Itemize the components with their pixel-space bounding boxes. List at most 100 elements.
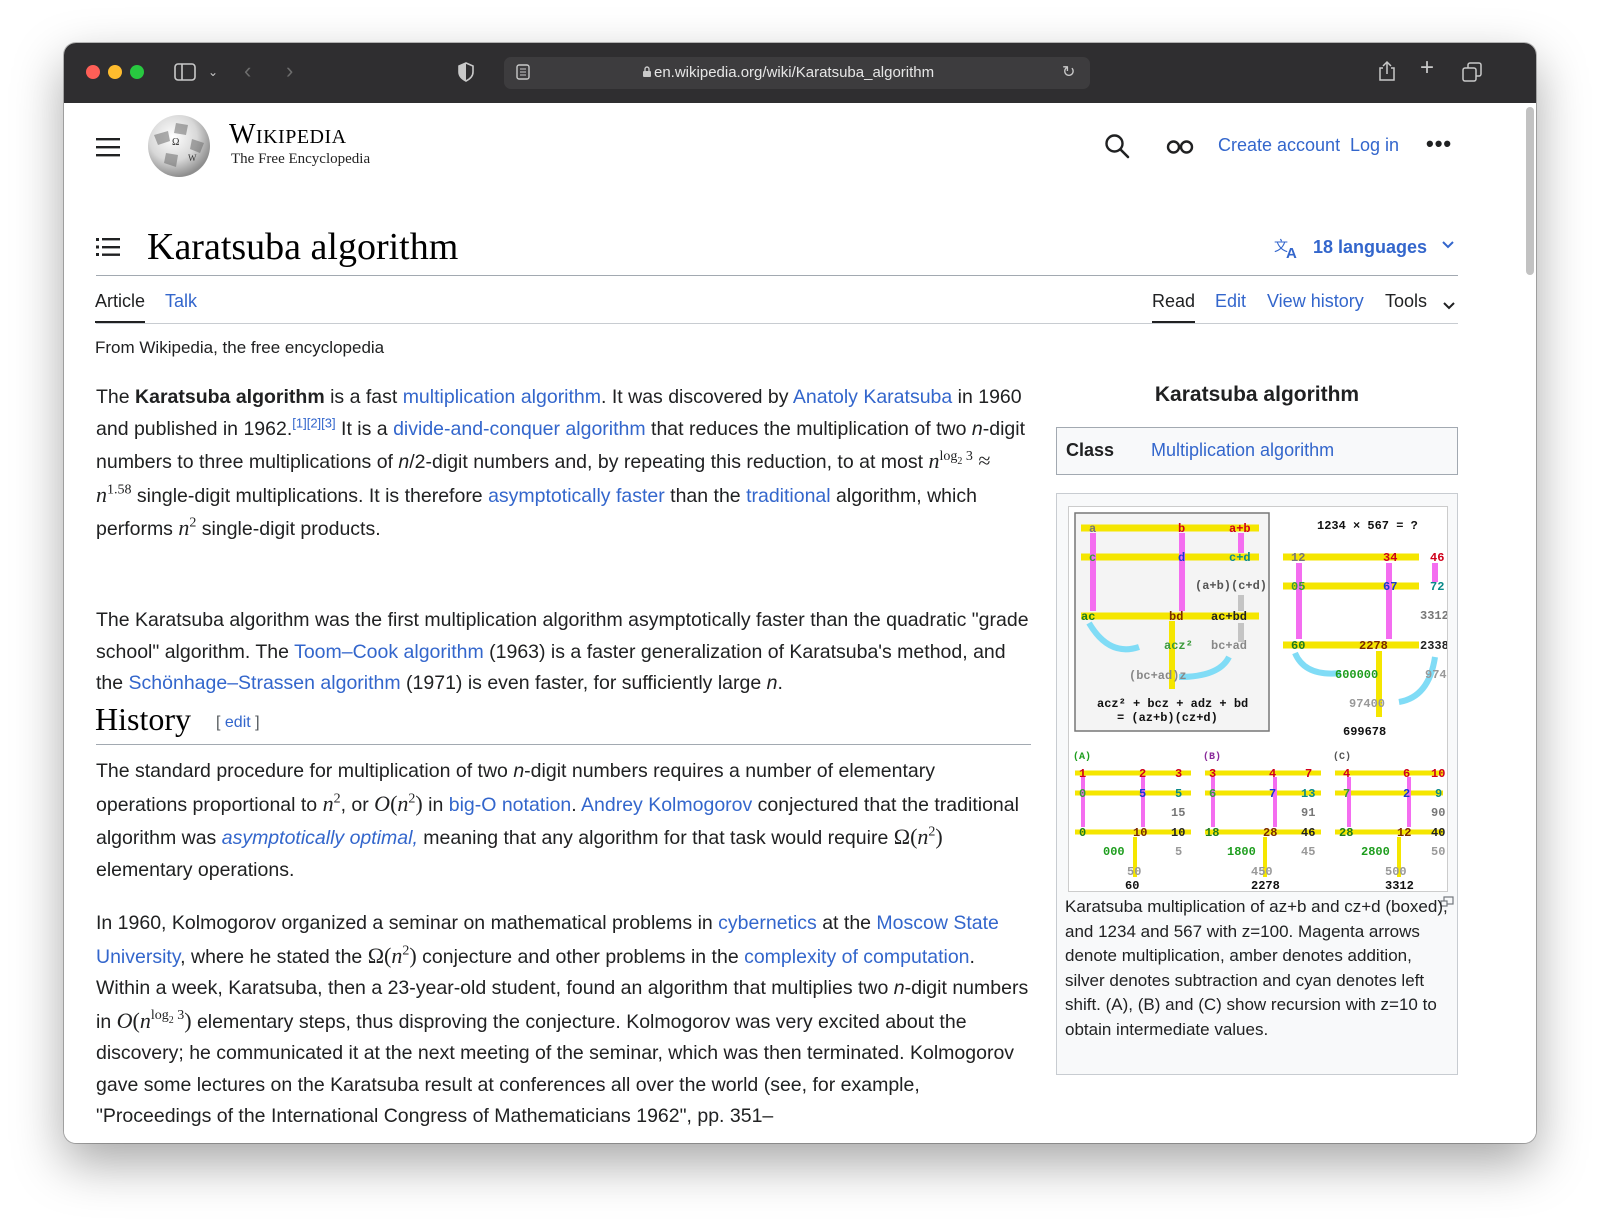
math-var: n bbox=[513, 760, 525, 782]
svg-text:28: 28 bbox=[1339, 826, 1353, 840]
languages-button[interactable]: 18 languages bbox=[1313, 237, 1427, 258]
svg-text:72: 72 bbox=[1430, 580, 1444, 594]
link-andrey-kolmogorov[interactable]: Andrey Kolmogorov bbox=[581, 794, 752, 816]
page-title: Karatsuba algorithm bbox=[147, 226, 459, 268]
more-options-icon[interactable]: ••• bbox=[1426, 131, 1452, 157]
svg-text:45: 45 bbox=[1301, 845, 1315, 859]
minimize-window-button[interactable] bbox=[108, 65, 122, 79]
text: than the bbox=[664, 484, 747, 507]
text: single-digit multiplications. It is ther… bbox=[131, 484, 489, 507]
svg-text:A: A bbox=[1286, 245, 1297, 259]
svg-text:50: 50 bbox=[1431, 845, 1445, 859]
link-complexity-of-computation[interactable]: complexity of computation bbox=[744, 946, 969, 968]
svg-text:2: 2 bbox=[1403, 787, 1410, 801]
svg-text:1: 1 bbox=[1079, 767, 1086, 781]
tab-article[interactable]: Article bbox=[95, 291, 145, 312]
intro-paragraph-1: The Karatsuba algorithm is a fast multip… bbox=[96, 382, 1031, 546]
svg-text:97400: 97400 bbox=[1349, 697, 1385, 711]
svg-text:500: 500 bbox=[1385, 865, 1407, 879]
svg-text:90: 90 bbox=[1431, 806, 1445, 820]
svg-text:46: 46 bbox=[1430, 551, 1444, 565]
new-tab-icon[interactable]: + bbox=[1420, 56, 1434, 80]
svg-text:(A): (A) bbox=[1073, 751, 1091, 763]
back-icon[interactable]: ‹ bbox=[244, 60, 251, 82]
history-paragraph-1: The standard procedure for multiplicatio… bbox=[96, 756, 1031, 886]
create-account-link[interactable]: Create account bbox=[1218, 135, 1340, 156]
link-traditional[interactable]: traditional bbox=[746, 485, 831, 507]
link-asymptotically-faster[interactable]: asymptotically faster bbox=[488, 485, 665, 507]
reference-links[interactable]: [1][2][3] bbox=[292, 415, 335, 430]
svg-text:91: 91 bbox=[1301, 806, 1315, 820]
svg-text:34: 34 bbox=[1383, 551, 1397, 565]
svg-text:bd: bd bbox=[1169, 610, 1183, 624]
privacy-shield-icon[interactable] bbox=[457, 62, 475, 86]
section-heading-history: History bbox=[95, 701, 191, 737]
chevron-down-icon[interactable] bbox=[1441, 237, 1455, 253]
link-divide-and-conquer[interactable]: divide-and-conquer algorithm bbox=[393, 418, 646, 440]
tab-talk[interactable]: Talk bbox=[165, 291, 197, 312]
tab-edit[interactable]: Edit bbox=[1215, 291, 1246, 312]
browser-toolbar: ⌄ ‹ › en.wikipedia.org/wiki/Karatsuba_al… bbox=[64, 43, 1536, 103]
svg-text:= (az+b)(cz+d): = (az+b)(cz+d) bbox=[1117, 711, 1218, 725]
svg-text:4: 4 bbox=[1343, 767, 1350, 781]
karatsuba-diagram[interactable]: a b a+b c d c+d (a+b)(c+d) ac bd ac+bd a… bbox=[1068, 506, 1449, 893]
text: is a fast bbox=[324, 386, 403, 408]
svg-text:0: 0 bbox=[1079, 787, 1086, 801]
address-bar[interactable]: en.wikipedia.org/wiki/Karatsuba_algorith… bbox=[504, 57, 1090, 89]
appearance-icon[interactable] bbox=[1166, 139, 1194, 160]
url-text[interactable]: en.wikipedia.org/wiki/Karatsuba_algorith… bbox=[654, 64, 934, 81]
svg-text:4: 4 bbox=[1269, 767, 1276, 781]
svg-text:(a+b)(c+d): (a+b)(c+d) bbox=[1195, 579, 1267, 593]
tools-menu[interactable]: Tools bbox=[1385, 291, 1427, 312]
reader-icon[interactable] bbox=[516, 64, 530, 84]
close-window-button[interactable] bbox=[86, 65, 100, 79]
chevron-down-icon[interactable] bbox=[1442, 298, 1456, 316]
tab-read[interactable]: Read bbox=[1152, 291, 1195, 312]
svg-text:6: 6 bbox=[1403, 767, 1410, 781]
svg-text:000: 000 bbox=[1103, 845, 1125, 859]
svg-text:W: W bbox=[188, 153, 197, 163]
svg-text:b: b bbox=[1178, 522, 1185, 536]
svg-text:10: 10 bbox=[1431, 767, 1445, 781]
scrollbar[interactable] bbox=[1526, 107, 1534, 275]
text: In 1960, Kolmogorov organized a seminar … bbox=[96, 912, 719, 934]
link-asymptotically-optimal[interactable]: asymptotically optimal, bbox=[222, 827, 418, 849]
page-content: Ω W Wikipedia The Free Encyclopedia Crea… bbox=[64, 103, 1536, 1143]
chevron-down-icon[interactable]: ⌄ bbox=[208, 62, 218, 82]
svg-text:7: 7 bbox=[1269, 787, 1276, 801]
bold-term: Karatsuba algorithm bbox=[135, 386, 325, 408]
link-multiplication-algorithm[interactable]: multiplication algorithm bbox=[403, 386, 601, 408]
svg-text:13: 13 bbox=[1301, 787, 1315, 801]
zoom-window-button[interactable] bbox=[130, 65, 144, 79]
link-cybernetics[interactable]: cybernetics bbox=[718, 912, 817, 934]
infobox-class-link[interactable]: Multiplication algorithm bbox=[1151, 440, 1334, 461]
tab-overview-icon[interactable] bbox=[1462, 62, 1482, 86]
reload-icon[interactable]: ↻ bbox=[1062, 63, 1075, 83]
svg-text:c: c bbox=[1089, 551, 1096, 565]
section-edit-link[interactable]: edit bbox=[225, 714, 251, 731]
svg-text:18: 18 bbox=[1205, 826, 1219, 840]
link-big-o-notation[interactable]: big-O notation bbox=[449, 794, 572, 816]
text: , or bbox=[340, 793, 375, 816]
language-icon[interactable]: 文A bbox=[1274, 237, 1300, 264]
link-anatoly-karatsuba[interactable]: Anatoly Karatsuba bbox=[793, 386, 952, 408]
svg-text:a: a bbox=[1089, 522, 1096, 536]
search-icon[interactable] bbox=[1104, 133, 1130, 164]
wikipedia-wordmark[interactable]: Wikipedia bbox=[229, 119, 347, 151]
forward-icon[interactable]: › bbox=[286, 60, 293, 82]
tab-view-history[interactable]: View history bbox=[1267, 291, 1364, 312]
link-toom-cook[interactable]: Toom–Cook algorithm bbox=[294, 641, 484, 663]
text: elementary steps, thus disproving the co… bbox=[96, 1010, 1015, 1128]
svg-text:28: 28 bbox=[1263, 826, 1277, 840]
link-schonhage-strassen[interactable]: Schönhage–Strassen algorithm bbox=[129, 672, 401, 694]
svg-text:10: 10 bbox=[1133, 826, 1147, 840]
main-menu-icon[interactable] bbox=[96, 137, 120, 162]
table-of-contents-icon[interactable] bbox=[96, 237, 120, 262]
panel-total-b: 2278 bbox=[1251, 879, 1280, 891]
svg-text:2800: 2800 bbox=[1361, 845, 1390, 859]
share-icon[interactable] bbox=[1378, 60, 1396, 86]
sidebar-toggle-icon[interactable] bbox=[174, 63, 196, 85]
log-in-link[interactable]: Log in bbox=[1350, 135, 1399, 156]
wikipedia-globe-logo[interactable]: Ω W bbox=[146, 113, 212, 184]
intro-paragraph-2: The Karatsuba algorithm was the first mu… bbox=[96, 605, 1031, 700]
